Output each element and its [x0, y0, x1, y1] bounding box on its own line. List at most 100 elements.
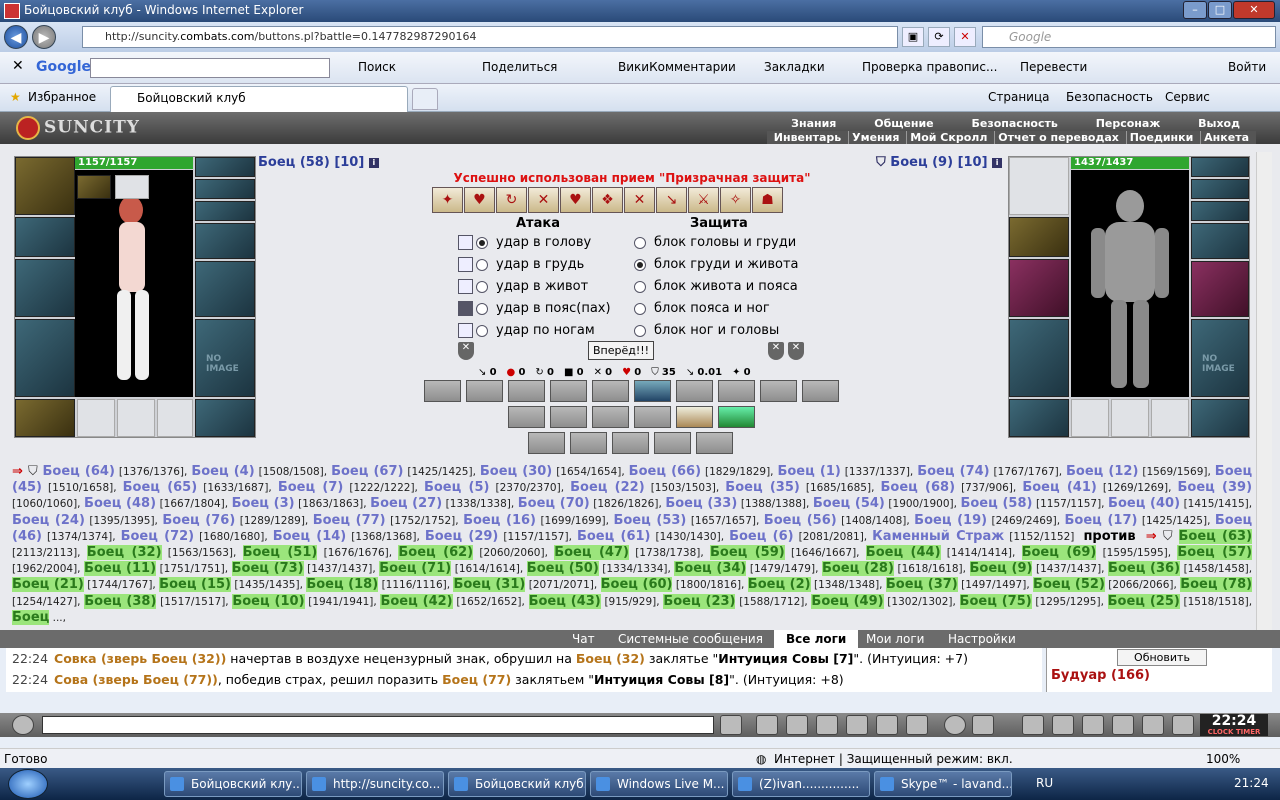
team1-fighter-name[interactable]: Боец (16) — [463, 513, 536, 528]
team1-fighter-name[interactable]: Боец (65) — [123, 480, 198, 495]
clear-icon[interactable] — [756, 715, 778, 735]
earrings-slot[interactable] — [195, 157, 255, 177]
skill-slot[interactable] — [718, 380, 755, 402]
toolbar-bookmarks[interactable]: Закладки — [764, 60, 825, 74]
command-tools[interactable]: Сервис — [1165, 90, 1210, 104]
trick-icon-9[interactable]: ⚔ — [688, 187, 719, 213]
toolbar-translate[interactable]: Перевести — [1020, 60, 1087, 74]
team1-fighter-name[interactable]: Боец (48) — [84, 496, 156, 511]
team2-fighter-name[interactable]: Боец (47) — [554, 545, 629, 561]
trick-heart-icon[interactable]: ♥ — [464, 187, 495, 213]
tray-clock[interactable]: 21:24 — [1234, 776, 1269, 790]
team1-fighter-name[interactable]: Боец (30) — [480, 464, 552, 479]
team2-fighter-name[interactable]: Боец (51) — [242, 545, 318, 561]
trick-icon-10[interactable]: ✧ — [720, 187, 751, 213]
gloves-slot[interactable] — [195, 223, 255, 259]
team1-fighter-name[interactable]: Боец (17) — [1065, 513, 1138, 528]
lock-icon[interactable] — [1142, 715, 1164, 735]
team2-fighter-name[interactable]: Боец (63) — [1178, 528, 1253, 544]
team2-fighter-name[interactable]: Боец (59) — [709, 545, 785, 561]
attack-option-chest[interactable]: удар в грудь — [458, 257, 584, 272]
task-item[interactable]: (Z)ivan............... — [732, 771, 870, 797]
team1-fighter-name[interactable]: Боец (61) — [577, 529, 651, 544]
pocket-slot-1[interactable] — [1071, 399, 1109, 437]
pocket-slot-3[interactable] — [157, 399, 193, 437]
trick-icon-6[interactable]: ❖ — [592, 187, 623, 213]
defense-radio[interactable] — [634, 258, 646, 271]
helmet-slot[interactable] — [1009, 157, 1069, 215]
defense-radio[interactable] — [634, 324, 646, 337]
weapon-slot[interactable] — [1009, 259, 1069, 317]
smiles-icon[interactable] — [944, 715, 966, 735]
close-window-button[interactable]: ✕ — [1233, 1, 1275, 19]
trick-icon-4[interactable]: ✕ — [528, 187, 559, 213]
attack-modifier-box[interactable] — [458, 323, 473, 338]
team1-fighter-name[interactable]: Боец (12) — [1066, 464, 1138, 479]
skill-slot[interactable] — [528, 432, 565, 454]
team1-fighter-name[interactable]: Боец (77) — [313, 513, 386, 528]
team1-fighter-name[interactable]: Боец (6) — [729, 529, 793, 544]
team2-fighter-name[interactable]: Боец (23) — [663, 593, 736, 609]
defense-option-waist-legs[interactable]: блок пояса и ног — [634, 301, 770, 316]
toolbar-spellcheck[interactable]: Проверка правопис... — [862, 60, 997, 74]
team1-fighter-name[interactable]: Боец (29) — [425, 529, 499, 544]
team2-fighter-name[interactable]: Боец (2) — [747, 577, 811, 593]
maximize-button[interactable]: □ — [1208, 1, 1232, 19]
skill-slot[interactable] — [654, 432, 691, 454]
team2-fighter-name[interactable]: Боец (34) — [674, 561, 747, 577]
face-icon[interactable] — [972, 715, 994, 735]
task-item[interactable]: Бойцовский клу... — [164, 771, 302, 797]
pocket-slot-1[interactable] — [77, 399, 115, 437]
team1-fighter-name[interactable]: Каменный Страж — [872, 529, 1004, 544]
stop-icon[interactable]: ✕ — [954, 27, 976, 47]
effect-icon-1[interactable] — [77, 175, 111, 199]
toolbar-share[interactable]: Поделиться — [482, 60, 557, 74]
team2-fighter-name[interactable]: Боец (73) — [231, 561, 304, 577]
attack-option-head[interactable]: удар в голову — [458, 235, 591, 250]
chat-input[interactable] — [42, 716, 714, 734]
menu-fights[interactable]: Поединки — [1125, 131, 1197, 144]
effect-icon-2[interactable] — [115, 175, 149, 199]
task-item[interactable]: http://suncity.co... — [306, 771, 444, 797]
gloves-slot[interactable] — [1191, 223, 1249, 259]
belt-slot[interactable] — [1009, 399, 1069, 437]
team1-fighter-name[interactable]: Боец (22) — [570, 480, 645, 495]
menu-security[interactable]: Безопасность — [971, 117, 1057, 130]
team1-fighter-name[interactable]: Боец (7) — [278, 480, 343, 495]
team2-fighter-name[interactable]: Боец — [12, 609, 50, 625]
defense-option-belly-waist[interactable]: блок живота и пояса — [634, 279, 798, 294]
compat-view-icon[interactable]: ▣ — [902, 27, 924, 47]
defense-radio[interactable] — [634, 236, 646, 249]
attack-modifier-box[interactable] — [458, 257, 473, 272]
team2-fighter-name[interactable]: Боец (36) — [1108, 561, 1181, 577]
tab-system-messages[interactable]: Системные сообщения — [606, 630, 775, 648]
task-item[interactable]: Skype™ - lavand... — [874, 771, 1012, 797]
tool-icon[interactable] — [1052, 715, 1074, 735]
pocket-slot-2[interactable] — [117, 399, 155, 437]
team2-fighter-name[interactable]: Боец (49) — [811, 593, 884, 609]
search-input[interactable]: Google — [982, 26, 1276, 48]
skill-slot[interactable] — [570, 432, 607, 454]
refresh-button[interactable]: Обновить — [1117, 649, 1207, 666]
team1-fighter-name[interactable]: Боец (72) — [121, 529, 195, 544]
team2-fighter-name[interactable]: Боец (10) — [232, 593, 305, 609]
attack-radio[interactable] — [476, 258, 488, 271]
forward-button[interactable]: ▶ — [32, 25, 56, 49]
boots-slot[interactable] — [195, 399, 255, 437]
team2-fighter-name[interactable]: Боец (50) — [526, 561, 599, 577]
attack-option-legs[interactable]: удар по ногам — [458, 323, 595, 338]
team2-fighter-name[interactable]: Боец (43) — [528, 593, 601, 609]
team1-fighter-name[interactable]: Боец (58) — [960, 496, 1032, 511]
tab-all-logs[interactable]: Все логи — [774, 630, 859, 648]
trick-icon-11[interactable]: ☗ — [752, 187, 783, 213]
attack-modifier-box[interactable] — [458, 235, 473, 250]
team2-fighter-name[interactable]: Боец (25) — [1107, 593, 1180, 609]
skill-slot[interactable] — [466, 380, 503, 402]
team1-fighter-name[interactable]: Боец (40) — [1108, 496, 1180, 511]
bracers-slot[interactable] — [15, 217, 75, 257]
skill-slot[interactable] — [802, 380, 839, 402]
team1-fighter-name[interactable]: Боец (74) — [917, 464, 989, 479]
defense-radio[interactable] — [634, 280, 646, 293]
skill-slot[interactable] — [508, 406, 545, 428]
team1-fighter-name[interactable]: Боец (70) — [518, 496, 590, 511]
